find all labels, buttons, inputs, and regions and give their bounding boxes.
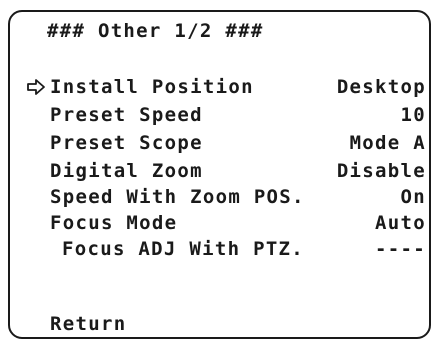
menu-item-value: Auto xyxy=(375,212,426,234)
menu-item-value: 10 xyxy=(400,104,426,126)
menu-item-label: Preset Speed xyxy=(50,104,203,126)
menu-item-value: Mode A xyxy=(349,132,426,154)
menu-item-value: On xyxy=(400,186,426,208)
menu-item-value: ---- xyxy=(375,238,426,260)
menu-item-label: Digital Zoom xyxy=(50,160,203,182)
menu-item-preset-scope[interactable]: Preset Scope Mode A xyxy=(26,132,426,162)
menu-item-label: Focus ADJ With PTZ. xyxy=(62,238,305,260)
menu-item-preset-speed[interactable]: Preset Speed 10 xyxy=(26,104,426,134)
return-item[interactable]: Return xyxy=(50,313,126,335)
menu-item-value: Desktop xyxy=(336,76,426,98)
right-arrow-cursor-icon xyxy=(27,79,45,95)
menu-item-label: Preset Scope xyxy=(50,132,203,154)
menu-item-label: Focus Mode xyxy=(50,212,178,234)
menu-item-install-position[interactable]: Install Position Desktop xyxy=(26,76,426,106)
menu-item-value: Disable xyxy=(336,160,426,182)
menu-item-focus-adj-with-ptz: Focus ADJ With PTZ. ---- xyxy=(26,238,426,268)
menu-item-label: Install Position xyxy=(50,76,254,98)
menu-title: ### Other 1/2 ### xyxy=(47,20,264,42)
menu-item-label: Speed With Zoom POS. xyxy=(50,186,305,208)
